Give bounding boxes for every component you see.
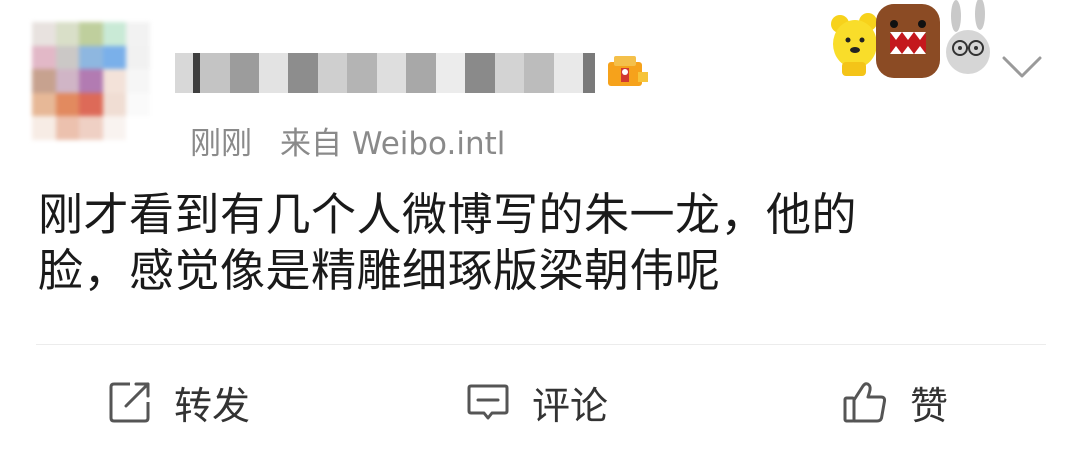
decorative-stickers — [828, 0, 1003, 80]
vip-badge-icon — [604, 50, 652, 90]
more-options-button[interactable] — [1000, 52, 1044, 82]
repost-label: 转发 — [174, 383, 251, 428]
repost-button[interactable]: 转发 — [108, 370, 250, 434]
like-button[interactable]: 赞 — [842, 370, 948, 434]
post-time: 刚刚 — [190, 126, 252, 162]
username-redacted[interactable] — [175, 50, 595, 96]
post-text-line-1: 刚才看到有几个人微博写的朱一龙，他的 — [38, 188, 858, 241]
thumbs-up-icon — [843, 382, 887, 423]
post-source: 来自 Weibo.intl — [280, 126, 506, 162]
post-text-line-2: 脸，感觉像是精雕细琢版梁朝伟呢 — [38, 244, 721, 297]
divider — [36, 344, 1046, 345]
post-content: 刚才看到有几个人微博写的朱一龙，他的 脸，感觉像是精雕细琢版梁朝伟呢 — [38, 187, 1038, 299]
comment-button[interactable]: 评论 — [466, 370, 608, 434]
share-square-icon — [109, 382, 150, 423]
comment-label: 评论 — [532, 383, 609, 428]
like-label: 赞 — [910, 383, 949, 428]
chevron-down-icon — [1002, 56, 1042, 78]
comment-bubble-icon — [467, 384, 509, 420]
avatar[interactable] — [32, 22, 150, 140]
post-meta: 刚刚 来自 Weibo.intl — [190, 118, 505, 163]
